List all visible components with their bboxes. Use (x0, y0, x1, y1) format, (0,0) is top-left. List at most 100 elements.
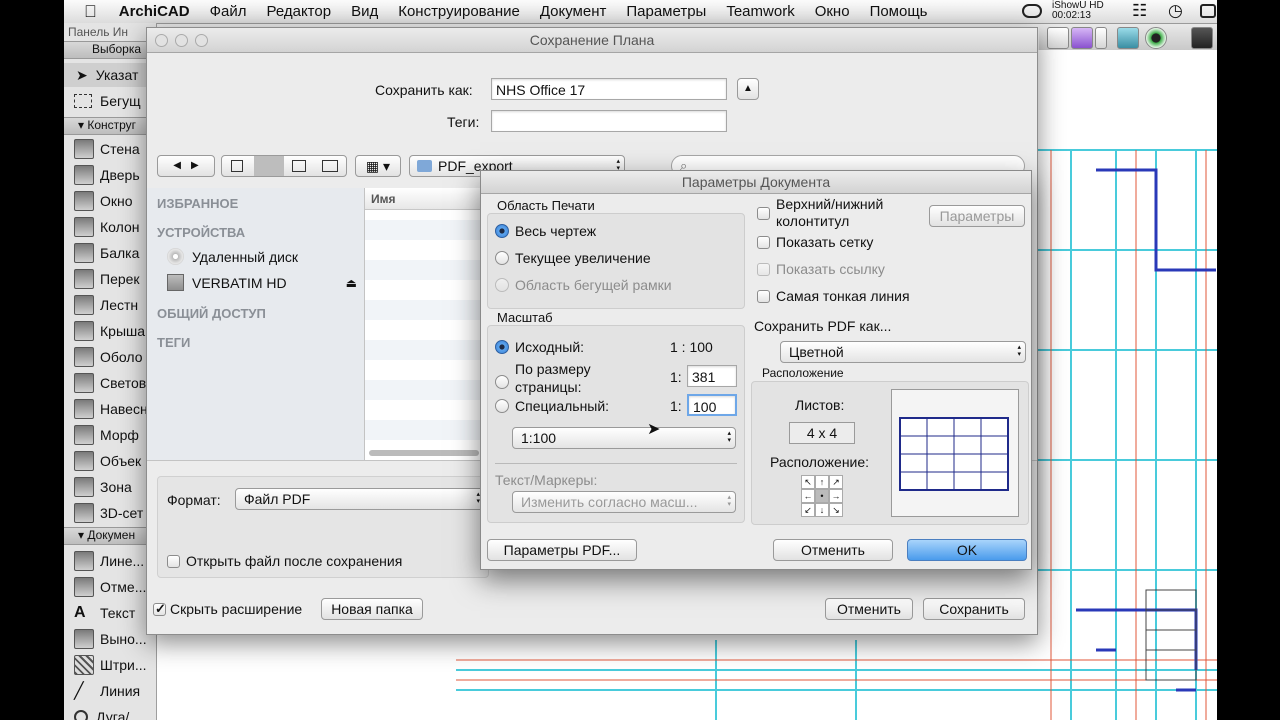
scale-option-original[interactable]: Исходный: (495, 339, 584, 355)
cancel-button[interactable]: Отменить (825, 598, 913, 620)
paint-icon[interactable] (1117, 27, 1139, 49)
arrange-button[interactable]: ▦ ▾ (355, 155, 401, 177)
tool-object[interactable]: Объек (64, 449, 156, 473)
radio-fit-to-page[interactable] (495, 375, 509, 389)
tool-wall[interactable]: Стена (64, 137, 156, 161)
tool-skylight[interactable]: Светов (64, 371, 156, 395)
layer-icon[interactable] (1047, 27, 1069, 49)
menu-window[interactable]: Окно (805, 3, 860, 20)
placement-arrow-icon[interactable]: ↓ (815, 503, 829, 517)
doc-ok-button[interactable]: OK (907, 539, 1027, 561)
format-popup[interactable]: Файл PDF (235, 488, 485, 510)
menu-design[interactable]: Конструирование (388, 3, 530, 20)
scale-preset-popup[interactable]: 1:100 (512, 427, 736, 449)
tool-slab[interactable]: Перек (64, 267, 156, 291)
sidebar-item-remote-disc[interactable]: Удаленный диск (167, 248, 298, 265)
tool-text[interactable]: A Текст (64, 601, 156, 625)
tool-line[interactable]: ╱ Линия (64, 679, 156, 703)
collapse-expand-button[interactable]: ▲ (737, 78, 759, 100)
wifi-icon[interactable]: ☷ (1132, 1, 1147, 21)
placement-arrow-icon[interactable]: ← (801, 489, 815, 503)
tool-dimension[interactable]: Лине... (64, 549, 156, 573)
column-header-name[interactable]: Имя (365, 188, 483, 210)
open-after-save-checkbox-row[interactable]: Открыть файл после сохранения (167, 553, 402, 569)
tool-stair[interactable]: Лестн (64, 293, 156, 317)
radio-whole-drawing[interactable] (495, 224, 509, 238)
placement-arrow-icon[interactable]: ↖ (801, 475, 815, 489)
thinnest-line-checkbox-row[interactable]: Самая тонкая линия (757, 288, 910, 304)
tool-shell[interactable]: Оболо (64, 345, 156, 369)
header-footer-checkbox[interactable] (757, 207, 770, 220)
menu-edit[interactable]: Редактор (256, 3, 341, 20)
column-view-icon[interactable] (292, 160, 306, 172)
time-machine-icon[interactable]: ◷ (1168, 1, 1183, 21)
recorder-status[interactable]: iShowU HD 00:02:13 (1052, 1, 1104, 21)
tags-field[interactable] (491, 110, 727, 132)
target-icon[interactable] (1145, 27, 1167, 49)
close-window-button[interactable] (155, 34, 168, 47)
view-mode-segmented[interactable] (221, 155, 347, 177)
menu-view[interactable]: Вид (341, 3, 388, 20)
menu-app-name[interactable]: ArchiCAD (109, 3, 200, 20)
print-area-option-whole[interactable]: Весь чертеж (495, 223, 596, 239)
doc-cancel-button[interactable]: Отменить (773, 539, 893, 561)
save-as-field[interactable]: NHS Office 17 (491, 78, 727, 100)
menu-file[interactable]: Файл (200, 3, 257, 20)
morph-icon[interactable] (1071, 27, 1093, 49)
menu-teamwork[interactable]: Teamwork (716, 3, 804, 20)
apple-icon[interactable]:  (64, 2, 109, 22)
file-list[interactable]: Имя (365, 188, 483, 460)
radio-current-zoom[interactable] (495, 251, 509, 265)
open-after-save-checkbox[interactable] (167, 554, 180, 568)
tool-roof[interactable]: Крыша (64, 319, 156, 343)
tool-fill[interactable]: Штри... (64, 653, 156, 677)
save-button[interactable]: Сохранить (923, 598, 1025, 620)
new-folder-button[interactable]: Новая папка (321, 598, 423, 620)
back-forward-buttons[interactable]: ◀▶ (157, 155, 215, 177)
menu-help[interactable]: Помощь (860, 3, 938, 20)
placement-arrow-icon[interactable]: ↑ (815, 475, 829, 489)
radio-original-scale[interactable] (495, 340, 509, 354)
tool-beam[interactable]: Балка (64, 241, 156, 265)
icon-view-icon[interactable] (231, 160, 243, 172)
tool-column[interactable]: Колон (64, 215, 156, 239)
hide-extension-checkbox-row[interactable]: Скрыть расширение (153, 601, 302, 617)
tool-zone[interactable]: Зона (64, 475, 156, 499)
horizontal-scrollbar[interactable] (369, 450, 479, 456)
zoom-window-button[interactable] (195, 34, 208, 47)
placement-arrow-icon[interactable]: → (829, 489, 843, 503)
radio-custom-scale[interactable] (495, 399, 509, 413)
placement-arrow-icon[interactable]: ↗ (829, 475, 843, 489)
tool-door[interactable]: Дверь (64, 163, 156, 187)
scale-option-custom[interactable]: Специальный: (495, 398, 609, 414)
tool-arrow[interactable]: ➤ Указат (64, 63, 156, 87)
show-grid-checkbox[interactable] (757, 235, 770, 249)
tool-marquee[interactable]: Бегущ (64, 89, 156, 113)
tool-arc[interactable]: Дуга/... (64, 705, 156, 720)
display-icon[interactable] (1200, 4, 1216, 18)
tool-label[interactable]: Выно... (64, 627, 156, 651)
list-view-icon[interactable] (254, 156, 284, 176)
menu-options[interactable]: Параметры (616, 3, 716, 20)
minimize-window-button[interactable] (175, 34, 188, 47)
creative-cloud-icon[interactable] (1022, 4, 1042, 18)
dropdown-arrow-icon[interactable] (1095, 27, 1107, 49)
eject-icon[interactable]: ⏏ (346, 276, 357, 290)
header-footer-checkbox-row[interactable]: Верхний/нижний колонтитул (757, 196, 883, 230)
fit-scale-field[interactable]: 381 (687, 365, 737, 387)
tool-level-dimension[interactable]: Отме... (64, 575, 156, 599)
hide-extension-checkbox[interactable] (153, 602, 166, 616)
thinnest-line-checkbox[interactable] (757, 289, 770, 303)
scale-option-fit[interactable]: По размеру страницы: (495, 360, 591, 396)
coverflow-view-icon[interactable] (322, 160, 338, 172)
custom-scale-field[interactable]: 100 (687, 394, 737, 416)
tool-curtain-wall[interactable]: Навесн (64, 397, 156, 421)
window-icon[interactable] (1191, 27, 1213, 49)
placement-center-icon[interactable]: • (815, 489, 829, 503)
placement-grid[interactable]: ↖ ↑ ↗ ← • → ↙ ↓ ↘ (801, 475, 843, 517)
tool-mesh[interactable]: 3D-сет (64, 501, 156, 525)
pdf-params-button[interactable]: Параметры PDF... (487, 539, 637, 561)
print-area-option-zoom[interactable]: Текущее увеличение (495, 250, 651, 266)
show-grid-checkbox-row[interactable]: Показать сетку (757, 234, 873, 250)
pdf-color-popup[interactable]: Цветной (780, 341, 1026, 363)
